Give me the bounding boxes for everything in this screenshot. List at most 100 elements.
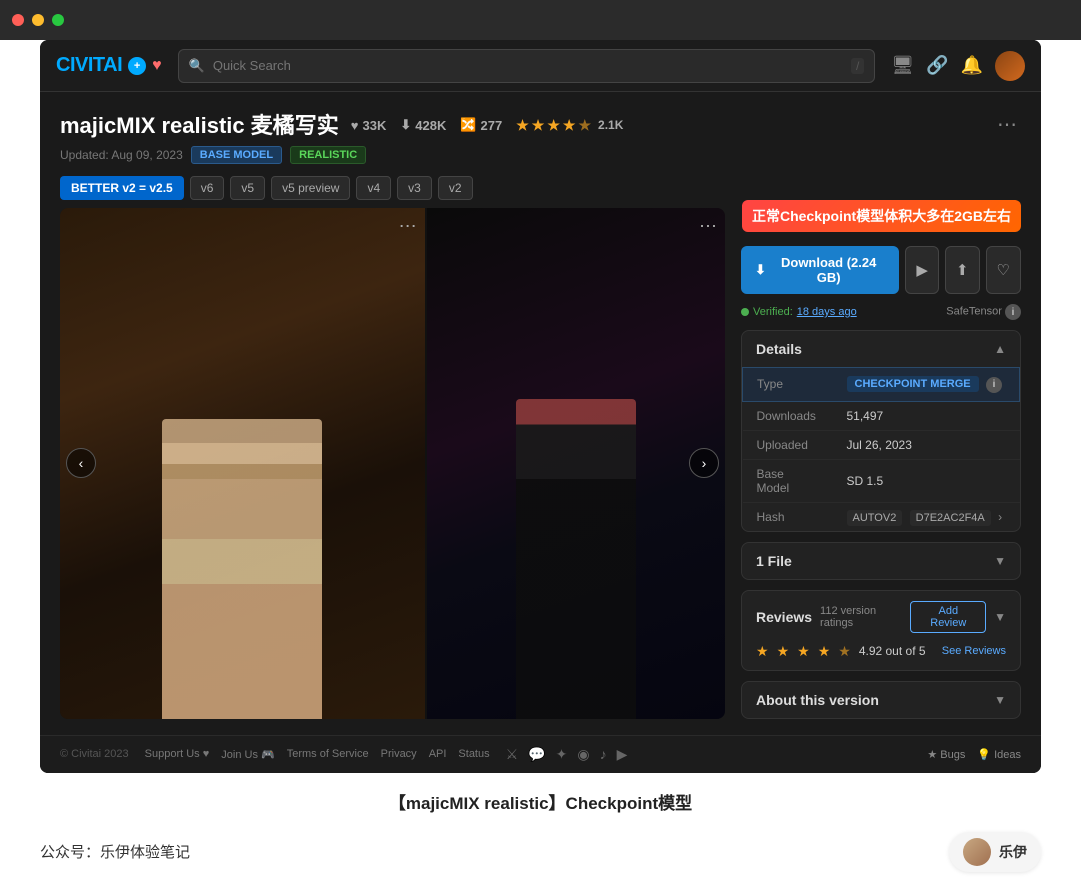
- download-label: Download (2.24 GB): [772, 255, 886, 285]
- base-model-row: Base Model SD 1.5: [743, 459, 1020, 502]
- heart-stat-icon: ♥: [351, 118, 359, 133]
- version-tab-v5[interactable]: v5: [230, 176, 265, 200]
- footer-right: ★ Bugs 💡 Ideas: [927, 748, 1021, 761]
- browser-dot-yellow[interactable]: [32, 14, 44, 26]
- about-chevron-icon: ▼: [994, 693, 1006, 707]
- verified-badge: Verified: 18 days ago: [741, 306, 857, 318]
- review-star-3: ★: [797, 643, 810, 660]
- version-tab-v4[interactable]: v4: [356, 176, 391, 200]
- logo-heart-icon: ♥: [152, 57, 162, 75]
- user-avatar[interactable]: [995, 51, 1025, 81]
- add-review-button[interactable]: Add Review: [910, 601, 986, 633]
- reviews-title-group: Reviews 112 version ratings: [756, 605, 910, 629]
- model-title: majicMIX realistic 麦橘写实 ♥ 33K ⬇ 428K: [60, 108, 993, 140]
- files-header[interactable]: 1 File ▼: [742, 543, 1020, 579]
- files-chevron-icon: ▼: [994, 554, 1006, 568]
- instagram-icon[interactable]: ◉: [577, 746, 589, 763]
- download-icon: ⬇: [755, 262, 766, 278]
- monitor-icon[interactable]: 🖥: [891, 55, 914, 76]
- type-info-icon[interactable]: i: [986, 377, 1002, 393]
- model-stats: ♥ 33K ⬇ 428K 🔀 277: [351, 117, 624, 134]
- search-icon: 🔍: [189, 58, 205, 74]
- verified-date[interactable]: 18 days ago: [797, 306, 857, 318]
- hash-full: D7E2AC2F4A: [910, 510, 991, 526]
- footer-left: © Civitai 2023 Support Us ♥ Join Us 🎮 Te…: [60, 746, 627, 763]
- footer-api[interactable]: API: [429, 748, 447, 760]
- right-panel: 正常Checkpoint模型体积大多在2GB左右 ⬇ Download (2.2…: [741, 208, 1021, 719]
- bell-icon[interactable]: 🔔: [961, 55, 983, 76]
- version-tab-v6[interactable]: v6: [190, 176, 225, 200]
- bottom-caption: 【majicMIX realistic】Checkpoint模型: [0, 773, 1081, 822]
- favorite-button[interactable]: ♡: [986, 246, 1021, 294]
- person-figure-2: [516, 399, 636, 719]
- nav-search[interactable]: 🔍 /: [178, 49, 876, 83]
- verified-text: Verified:: [753, 306, 793, 318]
- details-header[interactable]: Details ▲: [742, 331, 1020, 367]
- hash-values: AUTOV2 D7E2AC2F4A ›: [833, 502, 1020, 531]
- footer-terms[interactable]: Terms of Service: [287, 748, 369, 760]
- footer-privacy[interactable]: Privacy: [381, 748, 417, 760]
- play-button[interactable]: ▶: [905, 246, 939, 294]
- files-section: 1 File ▼: [741, 542, 1021, 580]
- base-model-label: Base Model: [743, 459, 833, 502]
- discord-icon[interactable]: ⚔: [506, 746, 519, 763]
- about-title: About this version: [756, 692, 879, 708]
- version-tab-v3[interactable]: v3: [397, 176, 432, 200]
- details-section: Details ▲ Type CHECKPOINT MERGE i: [741, 330, 1021, 532]
- about-section: About this version ▼: [741, 681, 1021, 719]
- download-stat-icon: ⬇: [400, 117, 411, 133]
- review-star-5-half: ★: [838, 643, 851, 660]
- link-icon[interactable]: 🔗: [926, 55, 948, 76]
- rating-count: 2.1K: [598, 118, 623, 132]
- review-star-2: ★: [777, 643, 790, 660]
- star-4: ★: [563, 117, 576, 134]
- type-label: Type: [743, 368, 833, 402]
- details-title: Details: [756, 341, 802, 357]
- type-highlight: CHECKPOINT MERGE: [847, 376, 979, 392]
- star-1: ★: [516, 117, 529, 134]
- author-footer: 公众号：乐伊体验笔记 乐伊: [0, 822, 1081, 882]
- search-input[interactable]: [213, 58, 843, 73]
- safetensor-info-icon[interactable]: i: [1005, 304, 1021, 320]
- about-header[interactable]: About this version ▼: [742, 682, 1020, 718]
- share-button[interactable]: ⬆: [945, 246, 980, 294]
- footer-join[interactable]: Join Us 🎮: [221, 748, 274, 761]
- more-options-button[interactable]: ⋯: [993, 108, 1021, 141]
- footer-status[interactable]: Status: [458, 748, 489, 760]
- reviews-rating-row: ★ ★ ★ ★ ★ 4.92 out of 5 See Reviews: [742, 643, 1020, 670]
- youtube-icon[interactable]: ▶: [617, 746, 628, 763]
- reviews-title: Reviews: [756, 609, 812, 625]
- gallery-next-button[interactable]: ›: [689, 448, 719, 478]
- author-avatar: [963, 838, 991, 866]
- image-options-1[interactable]: ⋯: [399, 216, 417, 237]
- reviews-actions: Add Review ▼: [910, 601, 1006, 633]
- gallery-prev-button[interactable]: ‹: [66, 448, 96, 478]
- browser-dot-red[interactable]: [12, 14, 24, 26]
- details-table: Type CHECKPOINT MERGE i Downloads 51,497: [742, 367, 1020, 531]
- logo-plus-icon: +: [128, 57, 146, 75]
- remix-stat-icon: 🔀: [460, 117, 476, 133]
- version-tab-active[interactable]: BETTER v2 = v2.5: [60, 176, 184, 200]
- star-2: ★: [532, 117, 545, 134]
- footer-social: ⚔ 💬 ✦ ◉ ♪ ▶: [506, 746, 628, 763]
- tiktok-icon[interactable]: ♪: [600, 746, 607, 762]
- search-shortcut: /: [851, 58, 864, 74]
- ideas-button[interactable]: 💡 Ideas: [977, 748, 1021, 761]
- see-reviews-link[interactable]: See Reviews: [942, 645, 1006, 657]
- uploaded-label: Uploaded: [743, 430, 833, 459]
- version-tab-v2[interactable]: v2: [438, 176, 473, 200]
- download-button[interactable]: ⬇ Download (2.24 GB): [741, 246, 899, 294]
- bugs-button[interactable]: ★ Bugs: [927, 748, 965, 761]
- download-section: ⬇ Download (2.24 GB) ▶ ⬆ ♡: [741, 246, 1021, 294]
- badge-realistic: REALISTIC: [290, 146, 366, 164]
- browser-dot-green[interactable]: [52, 14, 64, 26]
- heart-stat: ♥ 33K: [351, 118, 387, 133]
- logo-text: CIVITAI: [56, 54, 122, 77]
- image-options-2[interactable]: ⋯: [699, 216, 717, 237]
- reddit-icon[interactable]: 💬: [528, 746, 545, 763]
- version-tab-v5-preview[interactable]: v5 preview: [271, 176, 350, 200]
- hash-copy-icon[interactable]: ›: [998, 510, 1002, 524]
- footer-support[interactable]: Support Us ♥: [145, 748, 210, 760]
- nav-logo[interactable]: CIVITAI + ♥: [56, 54, 162, 77]
- twitter-icon[interactable]: ✦: [556, 746, 568, 763]
